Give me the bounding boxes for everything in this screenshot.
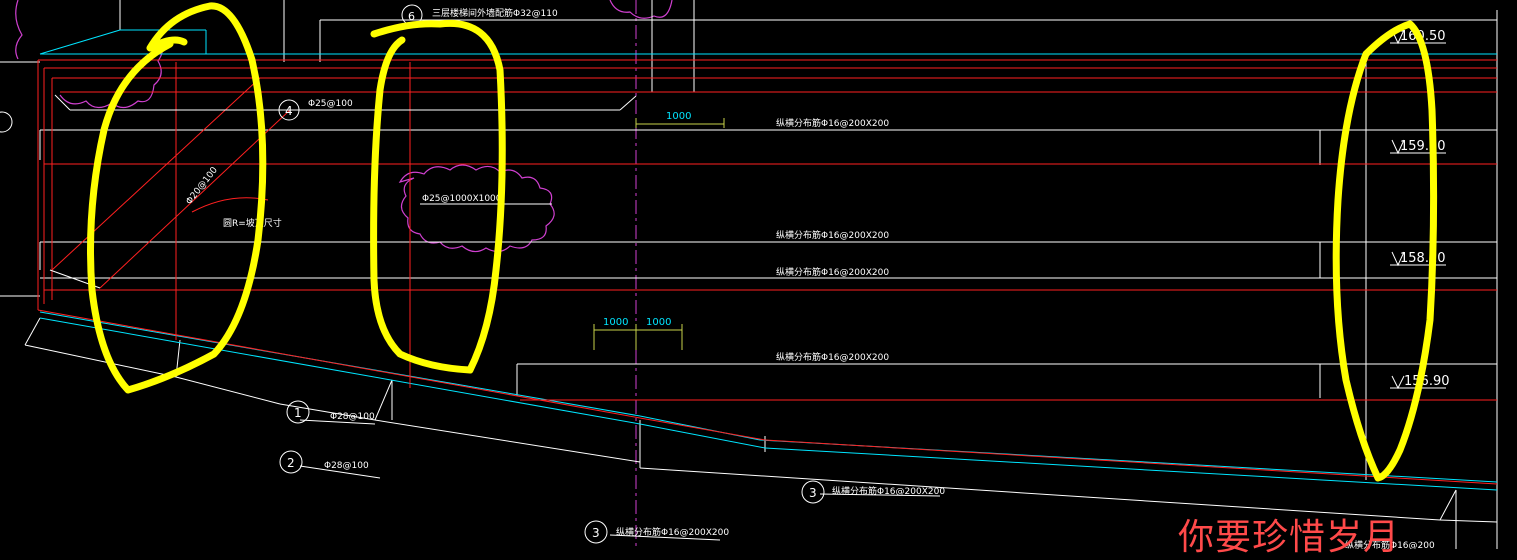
callout-number-3a: 3 <box>809 486 817 500</box>
watermark-text: 你要珍惜岁月 <box>1178 517 1401 558</box>
elevation-label-3: 158.10 <box>1400 251 1446 266</box>
rebar-label-3a: 纵横分布筋Φ16@200X200 <box>832 485 945 497</box>
callout-number-1: 1 <box>294 406 302 420</box>
distribution-label-2: 纵横分布筋Φ16@200X200 <box>776 229 889 241</box>
distribution-label-4: 纵横分布筋Φ16@200X200 <box>776 351 889 363</box>
rebar-label-3b: 纵横分布筋Φ16@200X200 <box>616 526 729 538</box>
arc-note-label: 圆R=坡顶尺寸 <box>223 217 282 229</box>
top-rebar-label: 三层楼梯间外墙配筋Φ32@110 <box>432 7 558 19</box>
dimension-1000-left: 1000 <box>603 317 628 328</box>
callout-number-6: 6 <box>408 10 415 23</box>
distribution-label-3: 纵横分布筋Φ16@200X200 <box>776 266 889 278</box>
callout-number-4: 4 <box>285 104 293 118</box>
rebar-label-mid: Φ25@1000X1000 <box>422 194 502 204</box>
rebar-label-4: Φ25@100 <box>308 99 353 109</box>
callout-number-2: 2 <box>287 456 295 470</box>
elevation-label-4: 156.90 <box>1404 374 1450 389</box>
elevation-label-2: 159.30 <box>1400 139 1446 154</box>
dimension-1000-right: 1000 <box>646 317 671 328</box>
rebar-label-1: Φ28@100 <box>330 412 375 422</box>
rebar-label-2: Φ28@100 <box>324 461 369 471</box>
cad-drawing-canvas: 6 三层楼梯间外墙配筋Φ32@110 4 Φ25@100 Φ20@100 圆R=… <box>0 0 1517 549</box>
callout-number-3b: 3 <box>592 526 600 540</box>
distribution-label-1: 纵横分布筋Φ16@200X200 <box>776 117 889 129</box>
dimension-1000-top: 1000 <box>666 111 691 122</box>
